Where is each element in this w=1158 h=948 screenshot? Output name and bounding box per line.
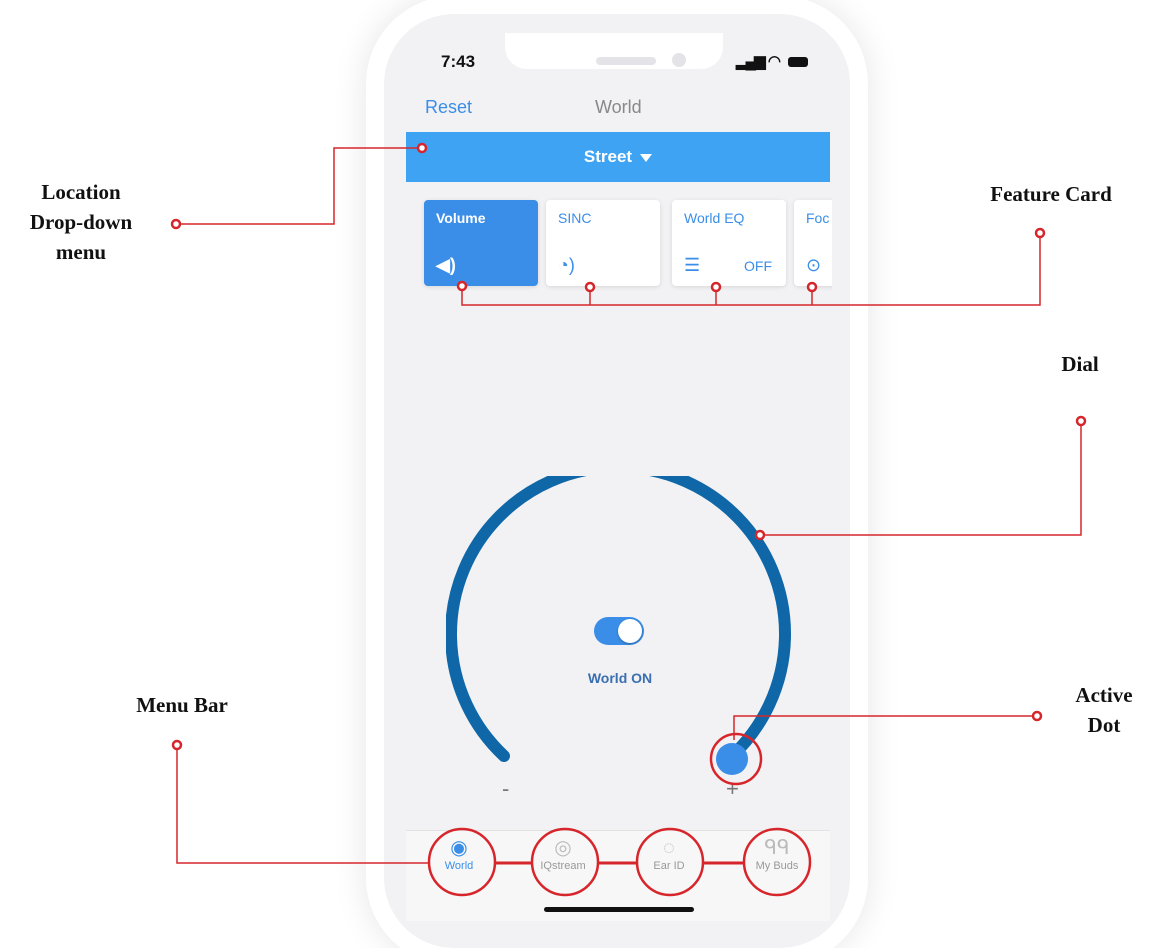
annotation-dial: Dial — [1040, 349, 1120, 379]
earbuds-icon: ᑫᑫ — [764, 837, 790, 859]
chevron-down-icon — [640, 153, 653, 162]
tab-label: Ear ID — [653, 860, 685, 872]
page-title: World — [595, 97, 642, 117]
location-dropdown[interactable]: Street — [406, 132, 830, 182]
feature-card-strip[interactable]: Volume ◀) SINC ◔) World EQ ☰ OFF Foc ⊙ — [406, 196, 832, 296]
annotation-text: Dot — [1087, 713, 1121, 737]
dial-arc — [446, 476, 791, 762]
reset-button[interactable]: Reset — [425, 97, 472, 118]
focus-icon: ⊙ — [806, 255, 822, 275]
annotation-marker — [1034, 227, 1046, 239]
feature-card-label: World EQ — [684, 210, 745, 226]
dial-min-label: - — [502, 776, 510, 801]
ear-id-icon: ◌ — [663, 837, 675, 859]
annotation-marker — [1075, 415, 1087, 427]
annotation-active-dot: Active Dot — [1064, 680, 1144, 740]
toggle-knob — [618, 619, 642, 643]
tab-iqstream[interactable]: ◎ IQstream — [528, 836, 598, 872]
tab-ear-id[interactable]: ◌ Ear ID — [634, 836, 704, 872]
signal-icon: ▂▄▆ — [736, 53, 766, 70]
annotation-text: Menu Bar — [136, 693, 228, 717]
location-selected: Street — [583, 147, 633, 166]
tab-world[interactable]: ◉ World — [424, 836, 494, 872]
feature-card-status: OFF — [744, 258, 772, 274]
world-toggle[interactable] — [594, 617, 644, 645]
tab-my-buds[interactable]: ᑫᑫ My Buds — [742, 836, 812, 872]
iqstream-icon: ◎ — [554, 837, 572, 859]
feature-card-focus[interactable]: Foc ⊙ — [794, 200, 832, 286]
annotation-text: Active — [1075, 683, 1133, 707]
sinc-icon: ◔) — [558, 255, 575, 275]
tab-label: IQstream — [540, 860, 586, 872]
globe-icon: ◉ — [450, 837, 468, 859]
sliders-icon: ☰ — [684, 255, 701, 275]
speaker-icon: ◀) — [436, 255, 456, 275]
annotation-location-dropdown: Location Drop-down menu — [6, 177, 156, 267]
annotation-text: Feature Card — [990, 182, 1112, 206]
feature-card-world-eq[interactable]: World EQ ☰ OFF — [672, 200, 786, 286]
dial-max-label: + — [726, 776, 739, 801]
feature-card-label: Volume — [436, 210, 486, 226]
status-icons: ▂▄▆ ◠ — [736, 52, 809, 70]
feature-card-volume[interactable]: Volume ◀) — [424, 200, 538, 286]
feature-card-sinc[interactable]: SINC ◔) — [546, 200, 660, 286]
tab-label: My Buds — [755, 860, 799, 872]
speaker-grille — [596, 57, 656, 65]
annotation-text: Location — [41, 180, 121, 204]
annotation-menu-bar: Menu Bar — [112, 690, 252, 720]
tab-label: World — [444, 860, 474, 872]
feature-card-label: Foc — [806, 210, 830, 226]
annotation-marker — [170, 218, 182, 230]
annotation-marker — [171, 739, 183, 751]
home-indicator — [544, 907, 694, 912]
annotation-text: menu — [55, 240, 107, 264]
annotation-marker — [1031, 710, 1043, 722]
annotation-feature-card: Feature Card — [966, 179, 1136, 209]
active-dot[interactable] — [716, 743, 748, 775]
world-status-label: World ON — [587, 670, 653, 686]
battery-icon — [788, 57, 809, 68]
feature-card-label: SINC — [558, 210, 592, 226]
annotation-text: Drop-down — [29, 210, 133, 234]
status-time: 7:43 — [441, 52, 476, 71]
annotation-text: Dial — [1061, 352, 1099, 376]
wifi-icon: ◠ — [767, 53, 781, 70]
front-camera — [672, 53, 686, 67]
